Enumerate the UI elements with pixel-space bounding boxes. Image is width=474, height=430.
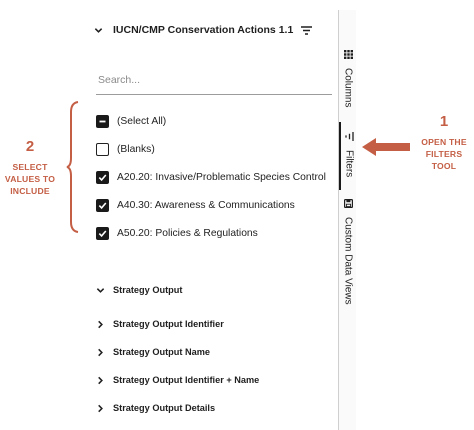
chevron-right-icon	[96, 320, 105, 329]
step2-number: 2	[25, 138, 35, 155]
step2-caption-line: VALUES TO	[4, 174, 56, 184]
chevron-right-icon	[96, 376, 105, 385]
tool-custom-data-views[interactable]: Custom Data Views	[339, 195, 357, 305]
field-strategy-output-identifier-name[interactable]: Strategy Output Identifier + Name	[96, 373, 259, 387]
filter-panel: IUCN/CMP Conservation Actions 1.1 (Selec…	[80, 10, 338, 430]
column-filter-title: IUCN/CMP Conservation Actions 1.1	[113, 24, 294, 36]
step1-number: 1	[439, 113, 449, 130]
columns-grid-icon	[343, 46, 353, 64]
field-label: Strategy Output Identifier + Name	[113, 375, 260, 385]
value-label: A40.30: Awareness & Communications	[117, 199, 295, 211]
value-a20-20[interactable]: A20.20: Invasive/Problematic Species Con…	[96, 169, 326, 185]
step1-arrow	[362, 138, 410, 156]
group-strategy-output[interactable]: Strategy Output	[96, 283, 182, 297]
tool-filters[interactable]: Filters	[339, 122, 357, 190]
checkbox-checked[interactable]	[96, 170, 109, 184]
step2-caption-line: INCLUDE	[10, 186, 50, 196]
value-a40-30[interactable]: A40.30: Awareness & Communications	[96, 197, 295, 213]
step2-caption: SELECT VALUES TO INCLUDE	[0, 161, 60, 197]
filter-lines-icon	[301, 25, 313, 35]
field-strategy-output-name[interactable]: Strategy Output Name	[96, 345, 210, 359]
tool-label: Filters	[343, 150, 355, 178]
step2-caption-line: SELECT	[12, 162, 48, 172]
column-filter-header[interactable]: IUCN/CMP Conservation Actions 1.1	[94, 23, 313, 37]
field-strategy-output-identifier[interactable]: Strategy Output Identifier	[96, 317, 224, 331]
chevron-right-icon	[96, 404, 105, 413]
checkbox-checked[interactable]	[96, 198, 109, 212]
chevron-down-icon	[96, 286, 105, 295]
filter-icon	[344, 128, 354, 146]
value-label: (Blanks)	[117, 143, 155, 155]
side-tool-bar: Columns Filters Custom Data Views	[338, 10, 356, 430]
chevron-right-icon	[96, 348, 105, 357]
checkbox-unchecked[interactable]	[96, 142, 109, 156]
chevron-down-icon	[94, 26, 104, 35]
value-blanks[interactable]: (Blanks)	[96, 141, 155, 157]
value-label: A50.20: Policies & Regulations	[117, 227, 258, 239]
value-label: (Select All)	[117, 115, 167, 127]
tool-label: Custom Data Views	[342, 217, 354, 305]
step1-caption: OPEN THE FILTERS TOOL	[412, 136, 474, 172]
step2-bracket	[66, 101, 79, 233]
checkbox-checked[interactable]	[96, 226, 109, 240]
field-label: Strategy Output Identifier	[113, 319, 224, 329]
value-a50-20[interactable]: A50.20: Policies & Regulations	[96, 225, 258, 241]
tool-label: Columns	[342, 68, 354, 108]
step1-caption-line: TOOL	[431, 161, 457, 171]
search-input[interactable]	[96, 65, 332, 95]
field-strategy-output-details[interactable]: Strategy Output Details	[96, 401, 215, 415]
value-select-all[interactable]: (Select All)	[96, 113, 166, 129]
step1-caption-line: FILTERS	[425, 149, 463, 159]
save-icon	[343, 195, 353, 213]
field-label: Strategy Output Name	[113, 347, 210, 357]
value-label: A20.20: Invasive/Problematic Species Con…	[117, 171, 326, 183]
checkbox-indeterminate[interactable]	[96, 114, 109, 128]
field-label: Strategy Output Details	[113, 403, 216, 413]
tool-columns[interactable]: Columns	[339, 46, 357, 107]
step1-caption-line: OPEN THE	[421, 137, 467, 147]
group-label: Strategy Output	[113, 285, 183, 295]
